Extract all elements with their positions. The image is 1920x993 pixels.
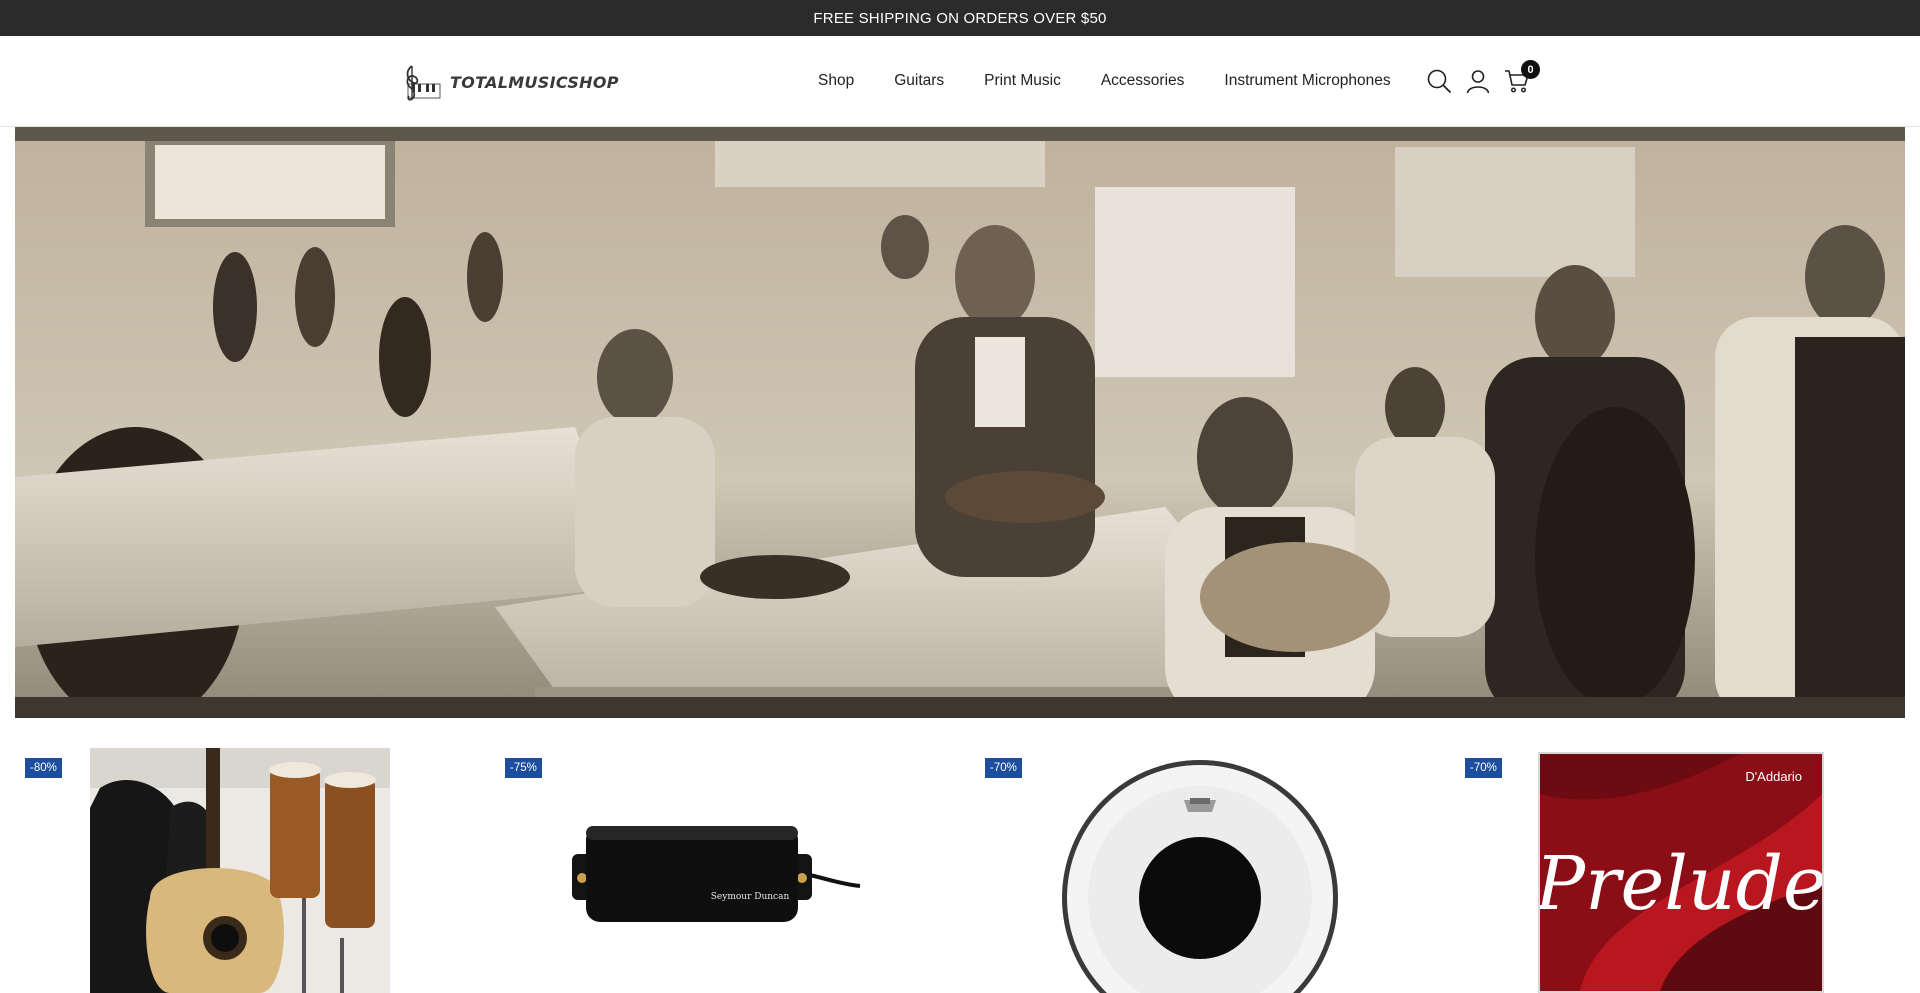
package-brand-text: D'Addario: [1745, 769, 1802, 784]
product-image: [90, 748, 390, 993]
main-nav: Shop Guitars Print Music Accessories Ins…: [818, 36, 1391, 126]
guitars-percussion-image: [90, 748, 390, 993]
product-card[interactable]: -70%: [975, 748, 1445, 993]
discount-badge: -70%: [985, 758, 1022, 778]
nav-item-print-music[interactable]: Print Music: [984, 72, 1061, 90]
discount-badge: -80%: [25, 758, 62, 778]
site-logo[interactable]: TOTALMUSICSHOP: [398, 62, 619, 102]
search-button[interactable]: [1424, 66, 1454, 96]
package-title-text: Prelude: [1540, 841, 1822, 927]
product-grid: -80% Seymour Duncan -75% -70% D'Addario …: [0, 748, 1920, 993]
discount-badge: -75%: [505, 758, 542, 778]
announcement-text: FREE SHIPPING ON ORDERS OVER $50: [813, 9, 1107, 27]
search-icon: [1427, 69, 1451, 93]
announcement-bar: FREE SHIPPING ON ORDERS OVER $50: [0, 0, 1920, 36]
product-card[interactable]: D'Addario Prelude -70%: [1455, 748, 1920, 993]
drum-head-image: [1060, 754, 1340, 993]
nav-item-instrument-microphones[interactable]: Instrument Microphones: [1224, 72, 1390, 90]
product-card[interactable]: -80%: [15, 748, 485, 993]
hero-workshop-image: [15, 127, 1905, 718]
header-icons: 0: [1424, 60, 1540, 96]
product-image: Seymour Duncan: [570, 788, 870, 948]
discount-badge: -70%: [1465, 758, 1502, 778]
account-button[interactable]: [1463, 66, 1493, 96]
pickup-brand-text: Seymour Duncan: [711, 892, 790, 902]
product-card[interactable]: Seymour Duncan -75%: [495, 748, 965, 993]
product-image: [1060, 754, 1340, 993]
string-package-image: D'Addario Prelude: [1540, 754, 1822, 991]
cart-count-badge: 0: [1521, 60, 1540, 79]
product-image: D'Addario Prelude: [1538, 752, 1824, 993]
cart-button[interactable]: 0: [1502, 60, 1540, 96]
nav-item-accessories[interactable]: Accessories: [1101, 72, 1185, 90]
hero-banner[interactable]: [15, 127, 1905, 718]
nav-item-shop[interactable]: Shop: [818, 72, 854, 90]
nav-item-guitars[interactable]: Guitars: [894, 72, 944, 90]
treble-clef-piano-logo-icon: [406, 65, 441, 101]
logo-text: TOTALMUSICSHOP: [450, 72, 619, 92]
site-header: TOTALMUSICSHOP Shop Guitars Print Music …: [0, 36, 1920, 127]
user-icon: [1466, 70, 1490, 94]
humbucker-pickup-image: Seymour Duncan: [570, 788, 870, 948]
